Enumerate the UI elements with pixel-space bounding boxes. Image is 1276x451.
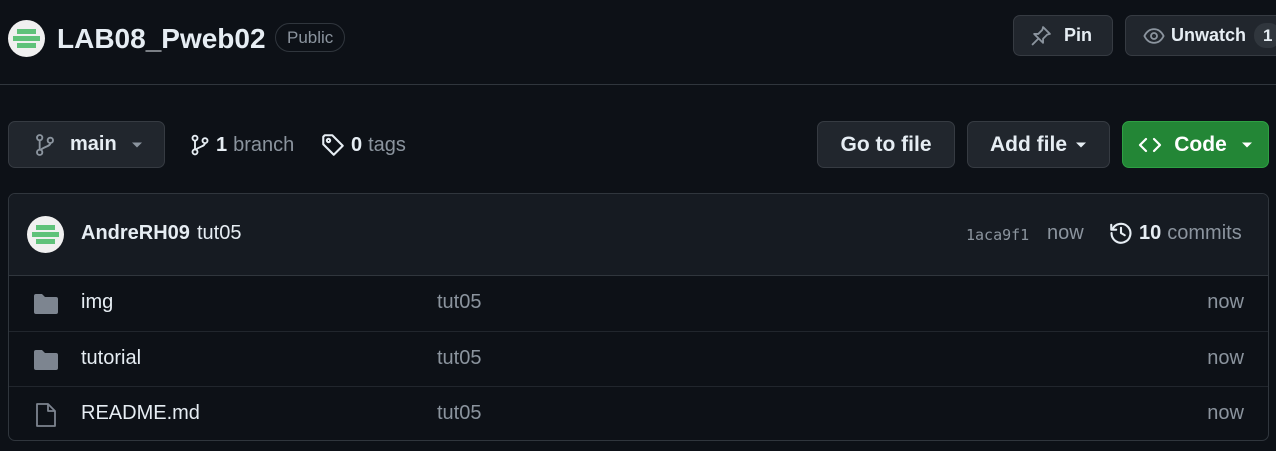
chevron-down-icon — [1075, 141, 1087, 149]
file-commit-time: now — [1207, 347, 1244, 369]
commit-sha[interactable]: 1aca9f1 — [966, 226, 1029, 244]
file-row[interactable]: README.md tut05 now — [9, 386, 1268, 440]
file-name[interactable]: tutorial — [81, 347, 141, 370]
file-commit-message[interactable]: tut05 — [437, 347, 481, 370]
branch-name: main — [70, 133, 117, 155]
eye-icon — [1143, 25, 1165, 47]
code-button[interactable]: Code — [1122, 121, 1269, 168]
tag-icon — [321, 133, 345, 157]
repo-name[interactable]: LAB08_Pweb02 — [57, 20, 266, 57]
branch-select-button[interactable]: main — [8, 121, 165, 168]
git-branch-icon — [190, 133, 210, 157]
commit-author[interactable]: AndreRH09 — [81, 222, 190, 245]
branch-label: branch — [233, 133, 295, 156]
pin-label: Pin — [1064, 25, 1093, 45]
file-commit-message[interactable]: tut05 — [437, 402, 481, 425]
branch-count: 1 — [216, 133, 228, 156]
tags-link[interactable]: 0 tags — [321, 130, 406, 160]
commit-time: now — [1047, 222, 1084, 244]
file-list-box: AndreRH09 tut05 1aca9f1 now 10 commits i… — [8, 193, 1269, 441]
branches-link[interactable]: 1 branch — [190, 130, 294, 160]
commit-count-label: commits — [1167, 221, 1242, 244]
commit-count: 10 — [1139, 221, 1162, 244]
visibility-badge: Public — [275, 23, 346, 52]
latest-commit-bar: AndreRH09 tut05 1aca9f1 now 10 commits — [9, 194, 1268, 276]
file-commit-time: now — [1207, 291, 1244, 313]
git-branch-icon — [34, 133, 56, 157]
folder-icon — [33, 349, 59, 371]
history-icon — [1109, 221, 1133, 245]
commit-message[interactable]: tut05 — [197, 222, 241, 245]
file-commit-time: now — [1207, 402, 1244, 424]
watch-counter: 1 — [1254, 23, 1276, 48]
code-icon — [1138, 136, 1162, 154]
owner-avatar[interactable] — [8, 20, 45, 57]
pin-icon — [1030, 25, 1052, 47]
folder-icon — [33, 293, 59, 315]
code-label: Code — [1174, 132, 1227, 156]
file-name[interactable]: img — [81, 291, 113, 314]
add-file-button[interactable]: Add file — [967, 121, 1110, 168]
commits-history-link[interactable]: 10 commits — [1109, 221, 1242, 245]
chevron-down-icon — [131, 141, 143, 149]
add-file-label: Add file — [990, 132, 1067, 156]
unwatch-button[interactable]: Unwatch 1 — [1125, 15, 1276, 56]
tag-label: tags — [368, 133, 406, 156]
unwatch-label: Unwatch — [1171, 25, 1247, 45]
author-avatar[interactable] — [27, 216, 64, 253]
file-row[interactable]: img tut05 now — [9, 276, 1268, 331]
chevron-down-icon — [1241, 141, 1253, 149]
repo-header: LAB08_Pweb02 Public Pin Unwatch 1 — [0, 0, 1276, 85]
go-to-file-label: Go to file — [840, 132, 932, 156]
file-name[interactable]: README.md — [81, 402, 200, 425]
tag-count: 0 — [351, 133, 363, 156]
go-to-file-button[interactable]: Go to file — [817, 121, 955, 168]
file-commit-message[interactable]: tut05 — [437, 291, 481, 314]
file-icon — [35, 402, 57, 428]
pin-button[interactable]: Pin — [1013, 15, 1113, 56]
file-row[interactable]: tutorial tut05 now — [9, 331, 1268, 386]
